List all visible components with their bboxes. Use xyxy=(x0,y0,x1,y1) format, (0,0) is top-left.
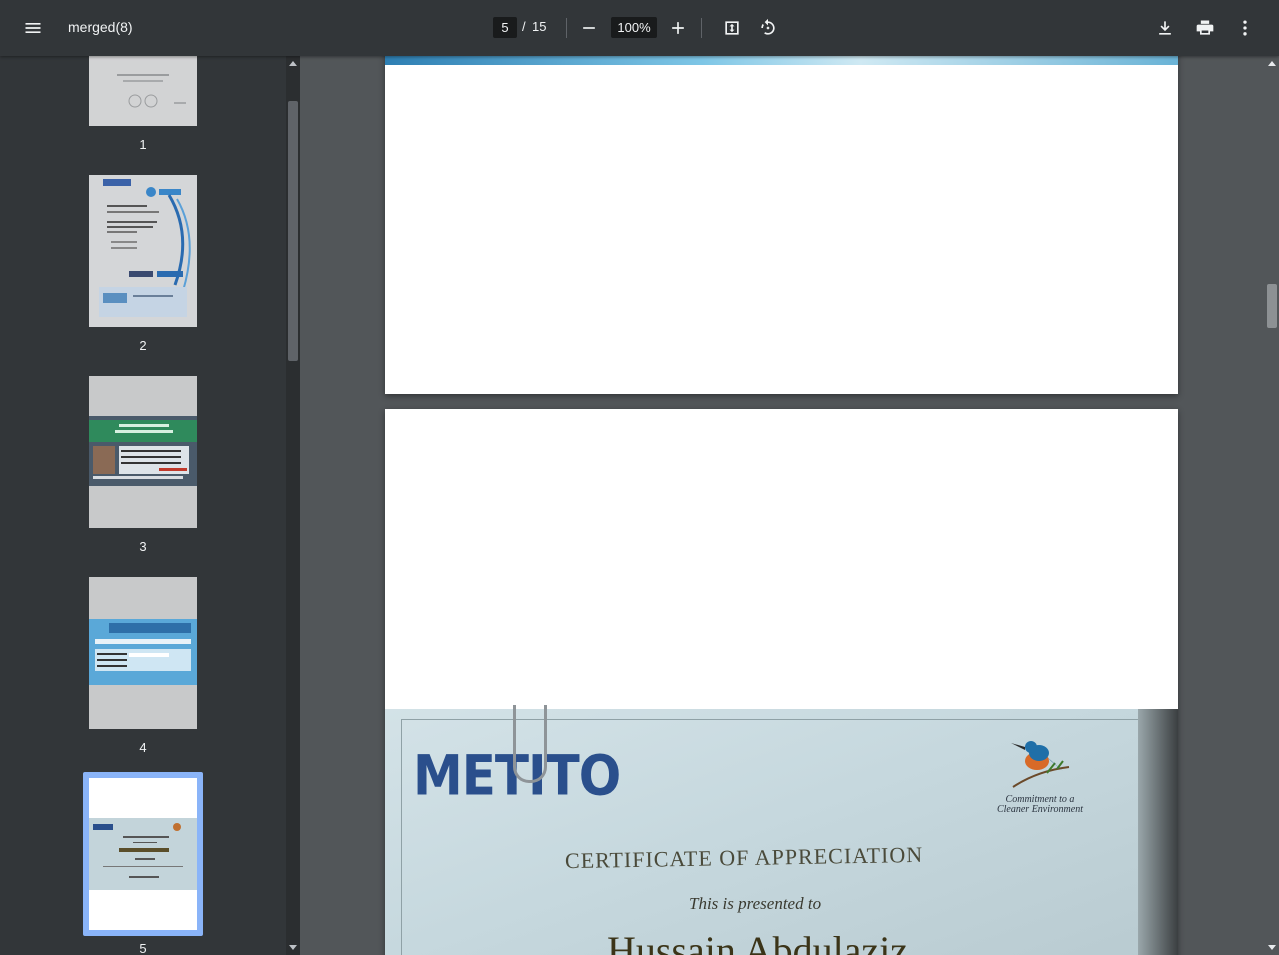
page-separator: / xyxy=(522,19,526,34)
scroll-up-arrow-icon[interactable] xyxy=(289,61,297,66)
kingfisher-logo-icon xyxy=(1011,741,1070,788)
page-thumbnail-1[interactable] xyxy=(89,56,197,126)
certificate-subtitle: This is presented to xyxy=(689,894,822,913)
certificate-photo: METITO Commitment to a Cleaner Environme… xyxy=(385,705,1178,955)
plus-icon[interactable] xyxy=(662,12,694,44)
recipient-name: Hussain Abdulaziz xyxy=(607,928,909,955)
scroll-down-arrow-icon[interactable] xyxy=(1268,945,1276,950)
total-pages: 15 xyxy=(532,19,547,34)
zoom-level-input[interactable]: 100% xyxy=(611,17,657,38)
print-icon[interactable] xyxy=(1189,12,1221,44)
more-vertical-icon[interactable] xyxy=(1229,12,1261,44)
tagline-line: Cleaner Environment xyxy=(996,804,1083,815)
download-icon[interactable] xyxy=(1149,12,1181,44)
scroll-down-arrow-icon[interactable] xyxy=(289,945,297,950)
thumbnail-number: 5 xyxy=(139,941,147,955)
minus-icon[interactable] xyxy=(573,12,605,44)
page-thumbnail-5[interactable] xyxy=(83,772,203,936)
page-thumbnail-2[interactable] xyxy=(89,175,197,327)
page-thumbnail-4[interactable] xyxy=(89,577,197,729)
page-image-fragment xyxy=(385,56,1178,65)
toolbar-divider xyxy=(701,18,702,38)
thumbnail-sidebar: 1 2 3 4 5 xyxy=(0,56,300,955)
rotate-counterclockwise-icon[interactable] xyxy=(752,12,784,44)
thumbnail-number: 1 xyxy=(139,137,147,152)
fit-to-page-icon[interactable] xyxy=(716,12,748,44)
hamburger-menu-icon[interactable] xyxy=(17,12,49,44)
sidebar-scrollbar[interactable] xyxy=(286,56,300,955)
page-number-input[interactable]: 5 xyxy=(493,17,517,38)
toolbar-divider xyxy=(566,18,567,38)
scroll-up-arrow-icon[interactable] xyxy=(1268,61,1276,66)
sidebar-scroll-thumb[interactable] xyxy=(288,101,298,361)
viewer-scroll-thumb[interactable] xyxy=(1267,284,1277,328)
thumbnail-number: 2 xyxy=(139,338,147,353)
document-page: METITO Commitment to a Cleaner Environme… xyxy=(385,409,1178,955)
page-thumbnail-3[interactable] xyxy=(89,376,197,528)
document-title: merged(8) xyxy=(68,19,133,35)
document-page xyxy=(385,56,1178,394)
thumbnail-number: 4 xyxy=(139,740,147,755)
document-viewer[interactable]: METITO Commitment to a Cleaner Environme… xyxy=(300,56,1279,955)
pdf-toolbar: merged(8) 5 / 15 100% xyxy=(0,0,1279,56)
thumbnail-number: 3 xyxy=(139,539,147,554)
paperclip-icon xyxy=(513,705,547,783)
photo-shadow xyxy=(1138,709,1178,955)
logo-tagline: Commitment to a Cleaner Environment xyxy=(985,795,1095,815)
viewer-scrollbar[interactable] xyxy=(1265,56,1279,955)
